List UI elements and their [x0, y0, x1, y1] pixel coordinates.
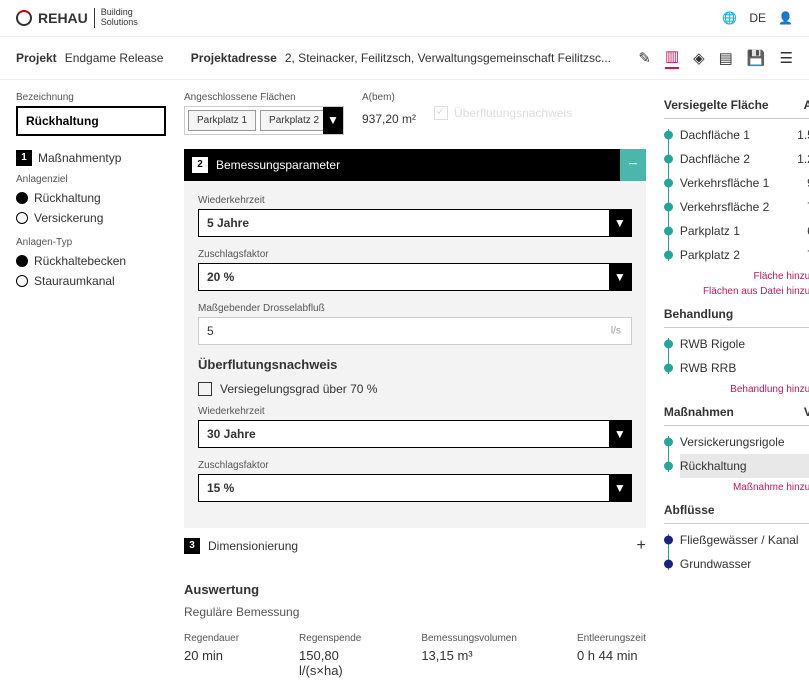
logo-text: REHAU — [38, 10, 88, 26]
tree-item[interactable]: Dachfläche 21.250,00 — [680, 147, 809, 171]
areas-label: Angeschlossene Flächen — [184, 92, 344, 103]
wiederkehrzeit2-label: Wiederkehrzeit — [198, 406, 632, 417]
areas-dropdown[interactable]: Parkplatz 1 Parkplatz 2 ▼ — [184, 106, 344, 135]
user-icon[interactable]: 👤 — [778, 11, 793, 25]
section-bemessungsparameter[interactable]: 2 Bemessungsparameter − — [184, 149, 646, 181]
radio-versickerung[interactable]: Versickerung — [16, 211, 166, 225]
step-1-badge: 1 — [16, 150, 32, 166]
eval-title: Auswertung — [184, 582, 646, 597]
anlagenziel-label: Anlagenziel — [16, 174, 166, 185]
layers-icon[interactable]: ◈ — [693, 49, 705, 67]
measures-title: Maßnahmen — [664, 405, 734, 419]
radio-rueckhaltung[interactable]: Rückhaltung — [16, 191, 166, 205]
anlagentyp-label: Anlagen-Typ — [16, 237, 166, 248]
tree-item[interactable]: Parkplatz 1630,00 — [680, 219, 809, 243]
abem-value: 937,20 m² — [362, 106, 416, 126]
tree-item[interactable]: Verkehrsfläche 1950,00 — [680, 171, 809, 195]
chip-parkplatz-2[interactable]: Parkplatz 2 — [260, 110, 328, 131]
designation-input[interactable] — [16, 106, 166, 136]
add-area-link[interactable]: Fläche hinzufügen + — [664, 271, 809, 282]
zuschlagsfaktor2-label: Zuschlagsfaktor — [198, 460, 632, 471]
ghost-ueberflutung-check: Überflutungsnachweis — [434, 106, 572, 120]
ueberflutung-title: Überflutungsnachweis — [198, 357, 632, 372]
design-icon[interactable]: ▥ — [665, 47, 679, 69]
address-value: 2, Steinacker, Feilitzsch, Verwaltungsge… — [285, 51, 611, 65]
tree-item[interactable]: Parkplatz 2722,00 — [680, 243, 809, 267]
drossel-label: Maßgebender Drosselabfluß — [198, 303, 632, 314]
tree-item[interactable]: Rückhaltung14,04 — [680, 454, 809, 478]
add-treatment-link[interactable]: Behandlung hinzufügen + — [664, 384, 809, 395]
add-area-file-link[interactable]: Flächen aus Datei hinzufügen + — [664, 286, 809, 297]
tree-item[interactable]: Dachfläche 11.500,00 — [680, 123, 809, 147]
tree-item[interactable]: RWB RRB47,17 — [680, 356, 809, 380]
wiederkehrzeit-label: Wiederkehrzeit — [198, 195, 632, 206]
project-name[interactable]: Endgame Release — [65, 51, 164, 65]
treatment-title: Behandlung — [664, 307, 733, 321]
outflow-title: Abflüsse — [664, 503, 715, 517]
radio-stauraumkanal[interactable]: Stauraumkanal — [16, 274, 166, 288]
measures-unit: V in m³ — [804, 405, 809, 419]
document-icon[interactable]: ▤ — [719, 49, 733, 67]
tree-item[interactable]: Fließgewässer / Kanal — [680, 528, 809, 552]
logo: REHAU BuildingSolutions — [16, 8, 138, 28]
versiegelung-checkbox[interactable]: Versiegelungsgrad über 70 % — [198, 382, 632, 396]
sealed-unit: A in m² — [804, 98, 809, 112]
tree-item[interactable]: Grundwasser — [680, 552, 809, 576]
tree-item[interactable]: Versickerungsrigole89,30 — [680, 430, 809, 454]
collapse-icon[interactable]: − — [620, 149, 646, 181]
wiederkehrzeit-select[interactable]: 5 Jahre▼ — [198, 209, 632, 237]
chevron-down-icon[interactable]: ▼ — [323, 107, 343, 134]
language-selector[interactable]: DE — [749, 11, 766, 25]
abem-label: A(bem) — [362, 92, 416, 103]
project-label: Projekt — [16, 51, 57, 65]
sealed-title: Versiegelte Fläche — [664, 98, 769, 112]
tree-item[interactable]: Verkehrsfläche 2725,00 — [680, 195, 809, 219]
globe-icon[interactable]: 🌐 — [722, 11, 737, 25]
designation-label: Bezeichnung — [16, 92, 166, 103]
eval-subtitle: Reguläre Bemessung — [184, 605, 646, 619]
wiederkehrzeit2-select[interactable]: 30 Jahre▼ — [198, 420, 632, 448]
zuschlagsfaktor2-select[interactable]: 15 %▼ — [198, 474, 632, 502]
logo-subtitle: BuildingSolutions — [94, 8, 138, 28]
step-1-title: Maßnahmentyp — [38, 151, 121, 165]
zuschlagsfaktor-select[interactable]: 20 %▼ — [198, 263, 632, 291]
logo-icon — [16, 10, 32, 26]
section-dimensionierung[interactable]: 3 Dimensionierung + — [184, 528, 646, 564]
radio-rueckhaltebecken[interactable]: Rückhaltebecken — [16, 254, 166, 268]
zuschlagsfaktor-label: Zuschlagsfaktor — [198, 249, 632, 260]
address-label: Projektadresse — [191, 51, 277, 65]
edit-icon[interactable]: ✎ — [638, 49, 651, 67]
expand-icon[interactable]: + — [637, 537, 646, 555]
save-icon[interactable]: 💾 — [747, 49, 766, 67]
tree-item[interactable]: RWB Rigole0,64 — [680, 332, 809, 356]
add-measure-link[interactable]: Maßnahme hinzufügen + — [664, 482, 809, 493]
list-icon[interactable]: ☰ — [780, 49, 793, 67]
drossel-input[interactable]: 5l/s — [198, 317, 632, 345]
chip-parkplatz-1[interactable]: Parkplatz 1 — [188, 110, 256, 131]
